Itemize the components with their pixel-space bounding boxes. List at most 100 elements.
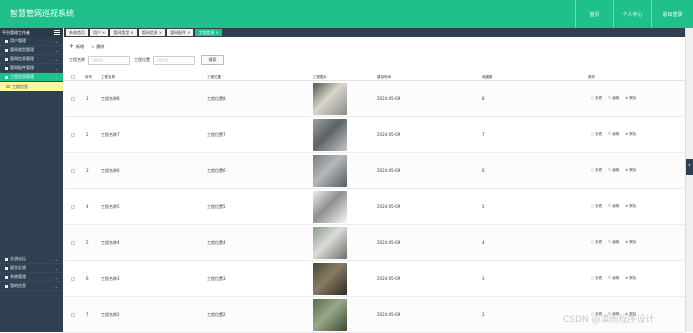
sidebar-header: 平台管理工作者 <box>0 28 63 37</box>
project-image <box>313 227 347 259</box>
row-project-name: 工程名称2 <box>101 312 120 317</box>
row-actions: ○ 查看 ✎ 编辑 ⊗ 删除 <box>591 96 642 101</box>
delete-row-button[interactable]: ⊗ 删除 <box>625 240 636 245</box>
view-button[interactable]: ○ 查看 <box>591 204 602 209</box>
row-build-date: 2024-05-09 <box>377 168 401 173</box>
sidebar-item-0[interactable]: 用户管理 ⌄ <box>0 37 63 46</box>
close-icon[interactable]: × <box>159 30 162 35</box>
table-row: 5 工程名称4 工程位置4 2024-05-09 4 ○ 查看 ✎ 编辑 ⊗ 删除 <box>64 225 685 261</box>
row-index: 7 <box>86 312 89 317</box>
tab-4[interactable]: 管网配件 × <box>167 29 194 36</box>
search-button[interactable]: 搜索 <box>201 55 224 65</box>
view-button[interactable]: ○ 查看 <box>591 168 602 173</box>
edit-button[interactable]: ✎ 编辑 <box>608 276 619 281</box>
row-favorites: 6 <box>482 168 485 173</box>
row-checkbox[interactable] <box>71 133 75 137</box>
row-checkbox[interactable] <box>71 241 75 245</box>
row-checkbox[interactable] <box>71 97 75 101</box>
row-index: 5 <box>86 240 89 245</box>
tab-label: 工程信息 <box>198 29 215 35</box>
row-checkbox[interactable] <box>71 277 75 281</box>
collapse-panel-handle[interactable] <box>686 159 693 175</box>
sidebar-bottom-item-1[interactable]: 留言反馈 ⌄ <box>0 264 63 273</box>
chevron-down-icon: ⌄ <box>54 275 58 280</box>
row-favorites: 8 <box>482 96 485 101</box>
view-button[interactable]: ○ 查看 <box>591 240 602 245</box>
edit-button[interactable]: ✎ 编辑 <box>608 204 619 209</box>
row-project-location: 工程位置4 <box>207 240 226 245</box>
edit-button[interactable]: ✎ 编辑 <box>608 168 619 173</box>
delete-row-button[interactable]: ⊗ 删除 <box>625 204 636 209</box>
row-project-location: 工程位置5 <box>207 204 226 209</box>
col-actions: 操作 <box>588 75 595 79</box>
top-nav: 首页 个人中心 退出登录 <box>575 0 693 28</box>
row-project-name: 工程名称4 <box>101 240 120 245</box>
edit-button[interactable]: ✎ 编辑 <box>608 132 619 137</box>
row-build-date: 2024-05-09 <box>377 240 401 245</box>
sidebar-bottom-item-3[interactable]: 我的信息 ⌄ <box>0 282 63 291</box>
view-button[interactable]: ○ 查看 <box>591 276 602 281</box>
project-location-input[interactable]: 工程位置 <box>153 55 195 65</box>
search-bar: 工程名称 工程名称 工程位置 工程位置 搜索 <box>69 55 224 65</box>
row-project-name: 工程名称6 <box>101 168 120 173</box>
sidebar-bottom-item-2[interactable]: 系统管理 ⌄ <box>0 273 63 282</box>
tab-0[interactable]: 系统首页 <box>66 29 88 36</box>
edit-button[interactable]: ✎ 编辑 <box>608 96 619 101</box>
project-name-label: 工程名称 <box>69 57 85 62</box>
nav-profile-link[interactable]: 个人中心 <box>613 0 651 28</box>
add-button[interactable]: 新增 <box>76 44 84 50</box>
row-checkbox[interactable] <box>71 313 75 317</box>
row-project-name: 工程名称8 <box>101 96 120 101</box>
row-favorites: 3 <box>482 276 485 281</box>
delete-row-button[interactable]: ⊗ 删除 <box>625 132 636 137</box>
project-name-input[interactable]: 工程名称 <box>88 55 130 65</box>
project-image <box>313 191 347 223</box>
close-icon[interactable]: × <box>102 30 105 35</box>
sidebar-subitem-project-info[interactable]: 工程信息 <box>0 82 63 91</box>
row-build-date: 2024-05-09 <box>377 96 401 101</box>
table-row: 1 工程名称8 工程位置8 2024-05-09 8 ○ 查看 ✎ 编辑 ⊗ 删除 <box>64 81 685 117</box>
sidebar-item-3[interactable]: 管网配件管理 ⌄ <box>0 64 63 73</box>
table-header: 序号 工程名称 工程位置 工程图片 建设时间 收藏数 操作 <box>64 74 685 81</box>
sidebar-item-1[interactable]: 管网类型管理 ⌄ <box>0 46 63 55</box>
menu-item-icon <box>5 284 8 288</box>
menu-item-icon <box>5 75 8 79</box>
add-icon[interactable]: + <box>69 43 74 50</box>
menu-toggle-icon[interactable] <box>54 30 60 35</box>
view-button[interactable]: ○ 查看 <box>591 132 602 137</box>
sidebar-header-label: 平台管理工作者 <box>2 29 30 35</box>
tab-bar: 系统首页 用户 × 管网类型 × 管网信息 × 管网配件 × 工程信息 × <box>64 28 685 37</box>
sidebar-item-4[interactable]: 工程信息管理 ⌄ <box>0 73 63 82</box>
sidebar-item-label: 工程信息管理 <box>10 74 34 79</box>
select-all-checkbox[interactable] <box>71 75 75 79</box>
col-date: 建设时间 <box>377 75 391 79</box>
tab-1[interactable]: 用户 × <box>90 29 109 36</box>
tab-2[interactable]: 管网类型 × <box>110 29 137 36</box>
row-project-location: 工程位置8 <box>207 96 226 101</box>
row-project-location: 工程位置3 <box>207 276 226 281</box>
delete-row-button[interactable]: ⊗ 删除 <box>625 168 636 173</box>
tab-5[interactable]: 工程信息 × <box>195 29 222 36</box>
menu-item-icon <box>5 275 8 279</box>
close-icon[interactable]: × <box>187 30 190 35</box>
delete-row-button[interactable]: ⊗ 删除 <box>625 96 636 101</box>
chevron-down-icon: ⌄ <box>54 57 58 62</box>
menu-item-icon <box>5 48 8 52</box>
row-checkbox[interactable] <box>71 205 75 209</box>
row-build-date: 2024-05-09 <box>377 312 401 317</box>
delete-row-button[interactable]: ⊗ 删除 <box>625 276 636 281</box>
row-checkbox[interactable] <box>71 169 75 173</box>
close-icon[interactable]: × <box>130 30 133 35</box>
row-favorites: 5 <box>482 204 485 209</box>
nav-home-link[interactable]: 首页 <box>575 0 613 28</box>
tab-3[interactable]: 管网信息 × <box>138 29 166 36</box>
toolbar: + 新增 ⊗ 删除 <box>69 43 104 50</box>
row-favorites: 7 <box>482 132 485 137</box>
sidebar-bottom-item-0[interactable]: 交流论坛 ⌄ <box>0 255 63 264</box>
view-button[interactable]: ○ 查看 <box>591 96 602 101</box>
edit-button[interactable]: ✎ 编辑 <box>608 240 619 245</box>
nav-logout-link[interactable]: 退出登录 <box>651 0 693 28</box>
close-icon[interactable]: × <box>215 30 218 35</box>
sidebar-item-2[interactable]: 管网信息管理 ⌄ <box>0 55 63 64</box>
delete-button[interactable]: ⊗ 删除 <box>91 44 104 50</box>
